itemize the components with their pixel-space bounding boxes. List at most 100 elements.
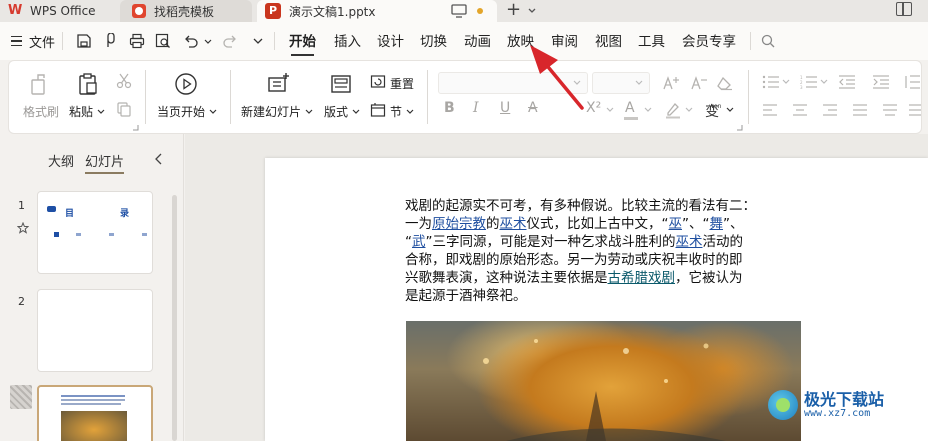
tab-outline[interactable]: 大纲 [48, 151, 74, 170]
divider [145, 70, 146, 124]
start-from-current-button[interactable]: 当页开始 [157, 103, 217, 120]
layout-button[interactable]: 版式 [324, 103, 360, 120]
tab-wps-office[interactable]: W WPS Office [0, 0, 112, 22]
section-icon[interactable] [370, 102, 386, 118]
underline-icon[interactable]: U [500, 100, 510, 116]
text-span: 兴歌舞表演，这种说法主要依据是 [405, 270, 608, 286]
format-painter-icon[interactable] [28, 72, 52, 96]
tab-slides[interactable]: 幻灯片 [85, 151, 125, 174]
tab-review[interactable]: 审阅 [551, 31, 578, 53]
clipboard-launcher-icon[interactable] [132, 124, 139, 131]
save-icon[interactable] [76, 33, 92, 49]
new-tab-plus-icon[interactable]: + [506, 0, 521, 22]
phonetic-guide-icon[interactable]: 变wen [703, 101, 725, 119]
new-slide-button[interactable]: 新建幻灯片 [241, 103, 313, 120]
window-layout-icon[interactable] [896, 2, 912, 16]
unsaved-dot-icon [477, 8, 483, 14]
search-icon[interactable] [761, 34, 775, 48]
cut-icon[interactable] [116, 73, 132, 89]
tab-home[interactable]: 开始 [289, 31, 316, 56]
superscript-dropdown-icon[interactable] [606, 106, 614, 114]
distribute-icon[interactable] [882, 104, 898, 116]
share-icon[interactable] [104, 33, 118, 49]
paste-button[interactable]: 粘贴 [69, 103, 105, 120]
font-family-select[interactable] [438, 72, 588, 94]
decrease-font-icon[interactable] [690, 75, 708, 91]
justify-icon[interactable] [852, 104, 868, 116]
font-color-icon[interactable]: A [625, 100, 635, 116]
increase-indent-icon[interactable] [872, 75, 890, 89]
layout-icon[interactable] [330, 73, 352, 95]
section-button[interactable]: 节 [390, 103, 414, 120]
hyperlink-dance[interactable]: 舞 [710, 216, 724, 232]
hyperlink-greek-drama[interactable]: 古希腊戏剧 [608, 270, 676, 286]
reset-button[interactable]: 重置 [390, 75, 414, 92]
tab-insert[interactable]: 插入 [334, 31, 361, 53]
tab-list-chevron-icon[interactable] [527, 3, 537, 19]
italic-icon[interactable]: I [473, 100, 479, 116]
print-preview-icon[interactable] [155, 33, 171, 49]
customize-quick-access-icon[interactable] [252, 33, 264, 49]
slide-image[interactable] [406, 321, 801, 441]
redo-icon[interactable] [222, 33, 238, 49]
play-from-current-icon[interactable] [174, 72, 198, 96]
numbering-icon[interactable]: 123 [800, 75, 818, 89]
decrease-indent-icon[interactable] [838, 75, 856, 89]
hyperlink-wu[interactable]: 巫 [669, 216, 683, 232]
hyperlink-martial[interactable]: 武 [412, 234, 426, 250]
tab-document[interactable]: P 演示文稿1.pptx [257, 0, 497, 22]
hamburger-menu-icon[interactable] [11, 36, 22, 46]
file-menu[interactable]: 文件 [29, 30, 55, 52]
font-size-select[interactable] [592, 72, 650, 94]
slide-thumbnail-3[interactable] [37, 385, 153, 441]
tab-templates-label: 找稻壳模板 [154, 4, 215, 19]
font-launcher-icon[interactable] [736, 124, 743, 131]
highlight-dropdown-icon[interactable] [685, 106, 693, 114]
tab-tools-label: 工具 [638, 34, 665, 50]
undo-icon[interactable] [183, 33, 199, 49]
increase-font-icon[interactable] [662, 75, 680, 91]
text-direction-icon[interactable] [908, 104, 922, 116]
tab-transitions[interactable]: 切换 [420, 31, 447, 53]
strikethrough-icon[interactable]: A [528, 100, 538, 116]
hyperlink-witchcraft-2[interactable]: 巫术 [676, 234, 703, 250]
watermark-url: www.xz7.com [804, 407, 871, 419]
numbering-dropdown-icon[interactable] [820, 78, 828, 86]
align-center-icon[interactable] [792, 104, 808, 116]
tab-view[interactable]: 视图 [595, 31, 622, 53]
phonetic-dropdown-icon[interactable] [726, 106, 734, 114]
tab-templates[interactable]: 找稻壳模板 [120, 0, 252, 22]
tab-member[interactable]: 会员专享 [682, 31, 736, 53]
bullets-icon[interactable] [762, 75, 780, 89]
copy-icon[interactable] [116, 101, 132, 117]
bullets-dropdown-icon[interactable] [782, 78, 790, 86]
reset-icon[interactable] [370, 74, 386, 90]
bold-icon[interactable]: B [444, 100, 455, 116]
hyperlink-primitive-religion[interactable]: 原始宗教 [432, 216, 486, 232]
hyperlink-witchcraft[interactable]: 巫术 [500, 216, 527, 232]
slide-thumbnail-2[interactable] [37, 289, 153, 372]
align-left-icon[interactable] [762, 104, 778, 116]
slide-text-box[interactable]: 戏剧的起源实不可考，有多种假说。比较主流的看法有二： 一为原始宗教的巫术仪式，比… [405, 197, 785, 305]
divider [230, 70, 231, 124]
tab-slideshow[interactable]: 放映 [507, 31, 534, 53]
slide-thumbnail-1[interactable]: 目 录 [37, 191, 153, 274]
tab-slideshow-label: 放映 [507, 34, 534, 50]
clear-format-icon[interactable] [716, 75, 734, 91]
panel-scrollbar[interactable] [172, 195, 177, 441]
monitor-icon[interactable] [451, 4, 467, 18]
align-right-icon[interactable] [822, 104, 838, 116]
tab-tools[interactable]: 工具 [638, 31, 665, 53]
tab-design[interactable]: 设计 [377, 31, 404, 53]
print-icon[interactable] [129, 33, 145, 49]
tab-animations[interactable]: 动画 [464, 31, 491, 53]
font-color-dropdown-icon[interactable] [644, 106, 652, 114]
new-slide-icon[interactable] [266, 72, 290, 96]
collapse-panel-icon[interactable] [154, 153, 164, 165]
highlight-icon[interactable] [664, 101, 682, 119]
format-painter-button[interactable]: 格式刷 [23, 103, 59, 120]
undo-dropdown-icon[interactable] [203, 33, 213, 49]
paste-icon[interactable] [76, 72, 100, 96]
superscript-icon[interactable]: X² [586, 100, 601, 116]
line-spacing-icon[interactable] [904, 75, 920, 89]
